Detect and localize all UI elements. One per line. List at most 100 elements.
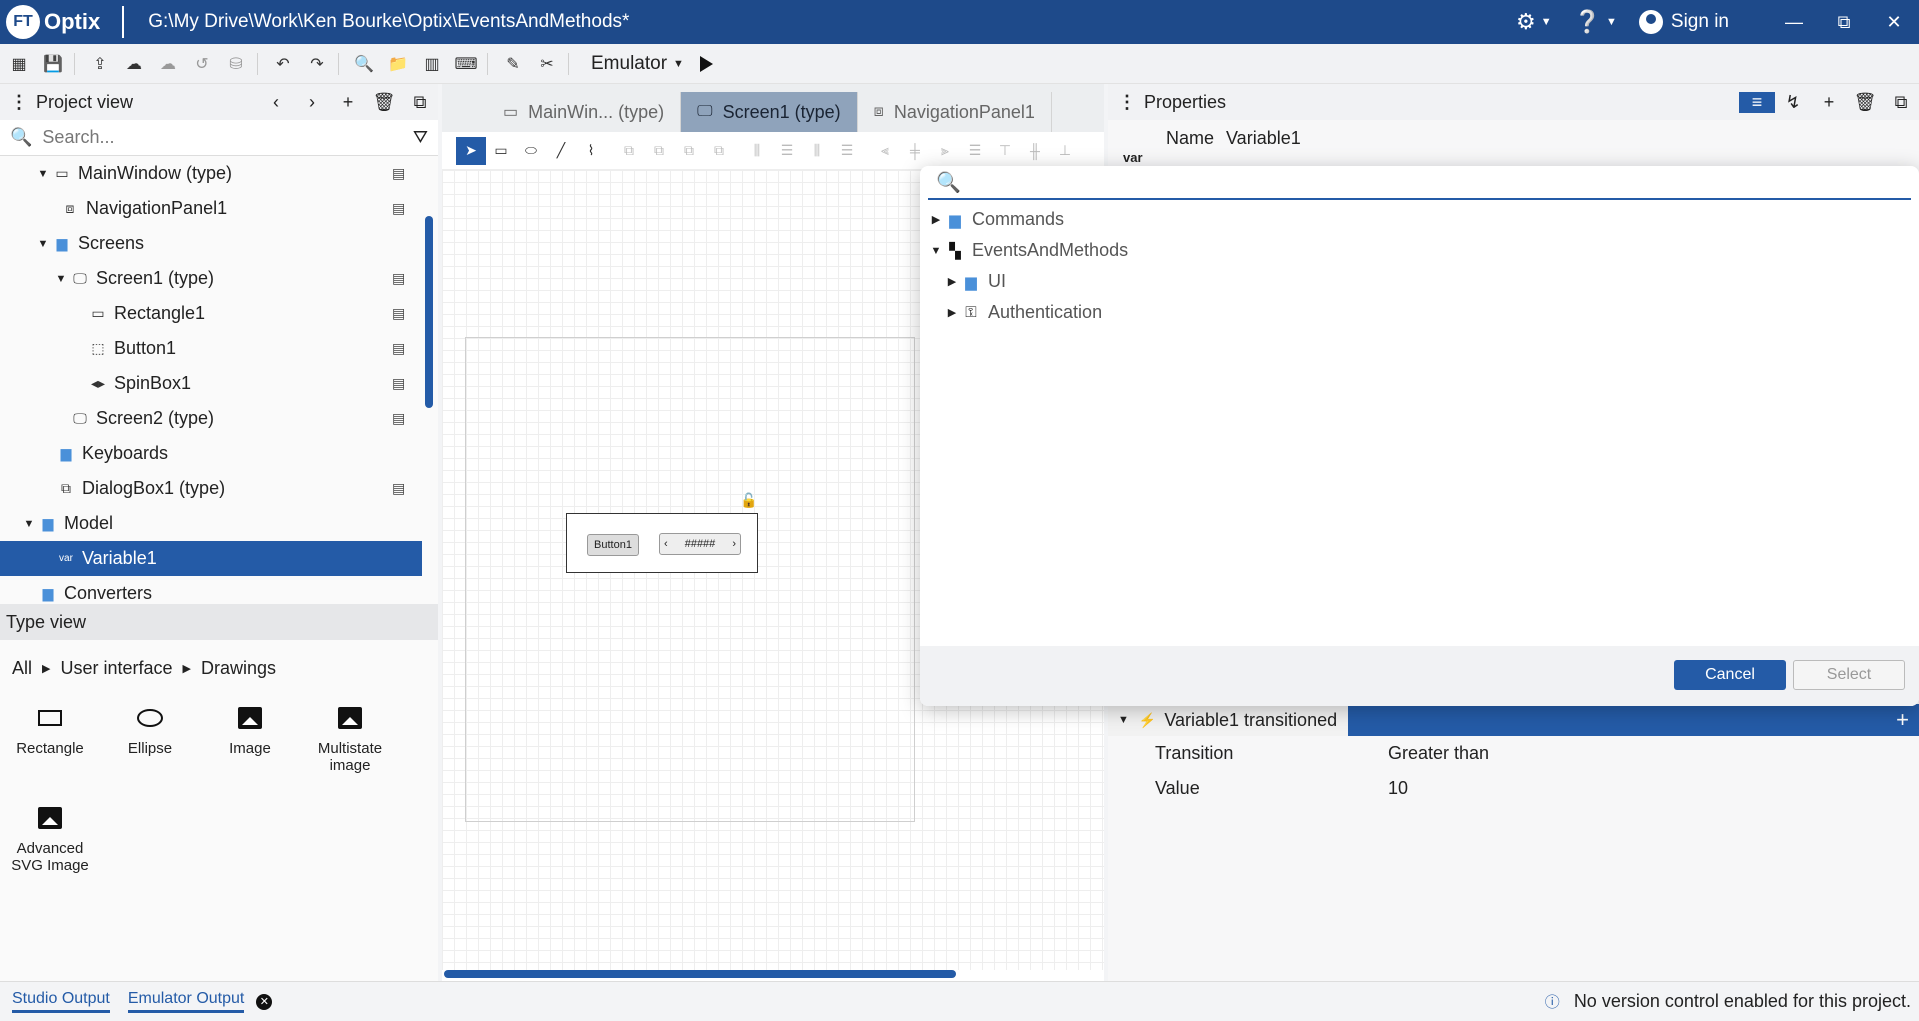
sort-alpha-icon[interactable]: ↯ (1775, 92, 1811, 113)
project-search[interactable]: 🔍 Search... ⛛ (0, 120, 438, 156)
dialog-item-commands[interactable]: ▶ ▆ Commands (920, 204, 1919, 235)
rectangle-tool-icon[interactable]: ▭ (486, 137, 516, 165)
expand-arrow-icon[interactable]: ▼ (34, 168, 52, 180)
drag-handle-icon[interactable]: ⋮ (10, 92, 28, 113)
tree-item-variable1[interactable]: var Variable1 (0, 541, 422, 576)
close-window-button[interactable]: ✕ (1869, 12, 1919, 33)
forward-icon[interactable]: › (294, 92, 330, 113)
run-emulator-button[interactable] (699, 55, 713, 72)
expand-arrow-icon[interactable]: ▶ (944, 306, 960, 319)
close-icon[interactable]: ✕ (256, 993, 273, 1010)
align-top-icon[interactable]: ☰ (960, 137, 990, 165)
duplicate-icon[interactable]: ⧉ (402, 92, 438, 113)
library-icon[interactable]: ▥ (417, 49, 447, 79)
align-center-icon[interactable]: ╪ (900, 137, 930, 165)
properties-icon[interactable]: ▤ (392, 165, 405, 182)
space-h-icon[interactable]: ⫼ (802, 137, 832, 165)
breadcrumb-drawings[interactable]: Drawings (201, 658, 276, 679)
settings-menu[interactable]: ⚙ ▼ (1516, 9, 1552, 35)
sign-in-button[interactable]: Sign in (1638, 10, 1729, 34)
type-item-multistate-image[interactable]: Multistate image (300, 696, 400, 796)
collapse-arrow-icon[interactable]: ▼ (1118, 714, 1129, 726)
minimize-button[interactable]: — (1769, 12, 1819, 33)
properties-icon[interactable]: ▤ (392, 200, 405, 217)
tab-screen1[interactable]: 🖵 Screen1 (type) (681, 92, 858, 132)
add-icon[interactable]: + (330, 92, 366, 113)
search-input[interactable]: Search... (42, 127, 412, 148)
align-bottom-icon[interactable]: ╫ (1020, 137, 1050, 165)
tree-item-spinbox1[interactable]: ◂▸ SpinBox1 ▤ (0, 366, 438, 401)
canvas-button1[interactable]: Button1 (587, 534, 639, 556)
expand-arrow-icon[interactable]: ▶ (928, 213, 944, 226)
properties-icon[interactable]: ▤ (392, 270, 405, 287)
paint-icon[interactable]: ✎ (498, 49, 528, 79)
expand-arrow-icon[interactable]: ▼ (20, 518, 38, 530)
project-tree-scrollbar[interactable] (425, 216, 433, 408)
group-icon[interactable]: ⧉ (614, 137, 644, 165)
layout-icon[interactable]: ▦ (4, 49, 34, 79)
selected-widget-group[interactable]: Button1 ‹ ##### › (566, 513, 758, 573)
save-icon[interactable]: 💾 (38, 49, 68, 79)
tree-item-navigationpanel[interactable]: ⧈ NavigationPanel1 ▤ (0, 191, 438, 226)
expand-arrow-icon[interactable]: ▼ (52, 273, 70, 285)
select-tool-icon[interactable]: ➤ (456, 136, 486, 165)
emulator-dropdown[interactable]: Emulator ▼ (591, 53, 684, 75)
back-icon[interactable]: ‹ (258, 92, 294, 113)
breadcrumb-all[interactable]: All (12, 658, 32, 679)
history-icon[interactable]: ↺ (187, 49, 217, 79)
tab-emulator-output[interactable]: Emulator Output (127, 990, 245, 1013)
space-v-icon[interactable]: ☰ (832, 137, 862, 165)
value-value[interactable]: 10 (1388, 778, 1408, 799)
event-title-row[interactable]: ▼ ⚡ Variable1 transitioned (1108, 704, 1348, 736)
cancel-button[interactable]: Cancel (1674, 660, 1786, 690)
align-left-icon[interactable]: ⫷ (870, 137, 900, 165)
align-right-icon[interactable]: ⫸ (930, 137, 960, 165)
code-icon[interactable]: ⌨ (451, 49, 481, 79)
properties-icon[interactable]: ▤ (392, 305, 405, 322)
name-value[interactable]: Variable1 (1226, 128, 1301, 149)
deploy-icon[interactable]: ⇪ (85, 49, 115, 79)
dialog-item-authentication[interactable]: ▶ ⚿ Authentication (920, 297, 1919, 328)
canvas-spinbox1[interactable]: ‹ ##### › (659, 533, 741, 555)
expand-arrow-icon[interactable]: ▶ (944, 275, 960, 288)
polyline-tool-icon[interactable]: ⌇ (576, 137, 606, 165)
breadcrumb-user-interface[interactable]: User interface (60, 658, 172, 679)
filter-icon[interactable]: ⛛ (413, 127, 428, 148)
dialog-item-eventsandmethods[interactable]: ▼ ▚ EventsAndMethods (920, 235, 1919, 266)
line-tool-icon[interactable]: ╱ (546, 137, 576, 165)
type-item-advanced-svg-image[interactable]: Advanced SVG Image (0, 796, 100, 896)
properties-icon[interactable]: ▤ (392, 410, 405, 427)
add-icon[interactable]: + (1811, 92, 1847, 113)
expand-arrow-icon[interactable]: ▼ (34, 238, 52, 250)
tree-item-model[interactable]: ▼ ▆ Model (0, 506, 438, 541)
tree-item-button1[interactable]: ⬚ Button1 ▤ (0, 331, 438, 366)
tree-item-dialogbox1[interactable]: ⧉ DialogBox1 (type) ▤ (0, 471, 438, 506)
drag-handle-icon[interactable]: ⋮ (1118, 92, 1136, 113)
tree-item-screens[interactable]: ▼ ▆ Screens (0, 226, 438, 261)
expand-arrow-icon[interactable]: ▼ (928, 245, 944, 257)
tab-studio-output[interactable]: Studio Output (12, 990, 110, 1013)
type-item-rectangle[interactable]: Rectangle (0, 696, 100, 796)
upload-icon[interactable]: ☁ (119, 49, 149, 79)
dialog-search-input[interactable] (970, 171, 1911, 193)
type-item-ellipse[interactable]: Ellipse (100, 696, 200, 796)
send-back-icon[interactable]: ⧉ (704, 137, 734, 165)
type-item-image[interactable]: Image (200, 696, 300, 796)
undo-icon[interactable]: ↶ (268, 49, 298, 79)
delete-icon[interactable]: 🗑 (366, 92, 402, 113)
unlock-icon[interactable]: 🔓 (740, 492, 757, 509)
properties-icon[interactable]: ▤ (392, 480, 405, 497)
search-icon[interactable]: 🔍 (349, 49, 379, 79)
distribute-h-icon[interactable]: ⫼ (742, 137, 772, 165)
delete-icon[interactable]: 🗑 (1847, 92, 1883, 113)
align-baseline-icon[interactable]: ⊥ (1050, 137, 1080, 165)
ellipse-tool-icon[interactable]: ⬭ (516, 137, 546, 165)
tab-navigationpanel1[interactable]: ⧈ NavigationPanel1 (858, 92, 1052, 132)
tree-item-rectangle1[interactable]: ▭ Rectangle1 ▤ (0, 296, 438, 331)
cloud-sync-icon[interactable]: ☁ (153, 49, 183, 79)
tree-item-keyboards[interactable]: ▆ Keyboards (0, 436, 438, 471)
tree-item-screen1[interactable]: ▼ 🖵 Screen1 (type) ▤ (0, 261, 438, 296)
tree-item-mainwindow[interactable]: ▼ ▭ MainWindow (type) ▤ (0, 156, 438, 191)
help-menu[interactable]: ❔ ▼ (1574, 9, 1617, 35)
properties-icon[interactable]: ▤ (392, 340, 405, 357)
